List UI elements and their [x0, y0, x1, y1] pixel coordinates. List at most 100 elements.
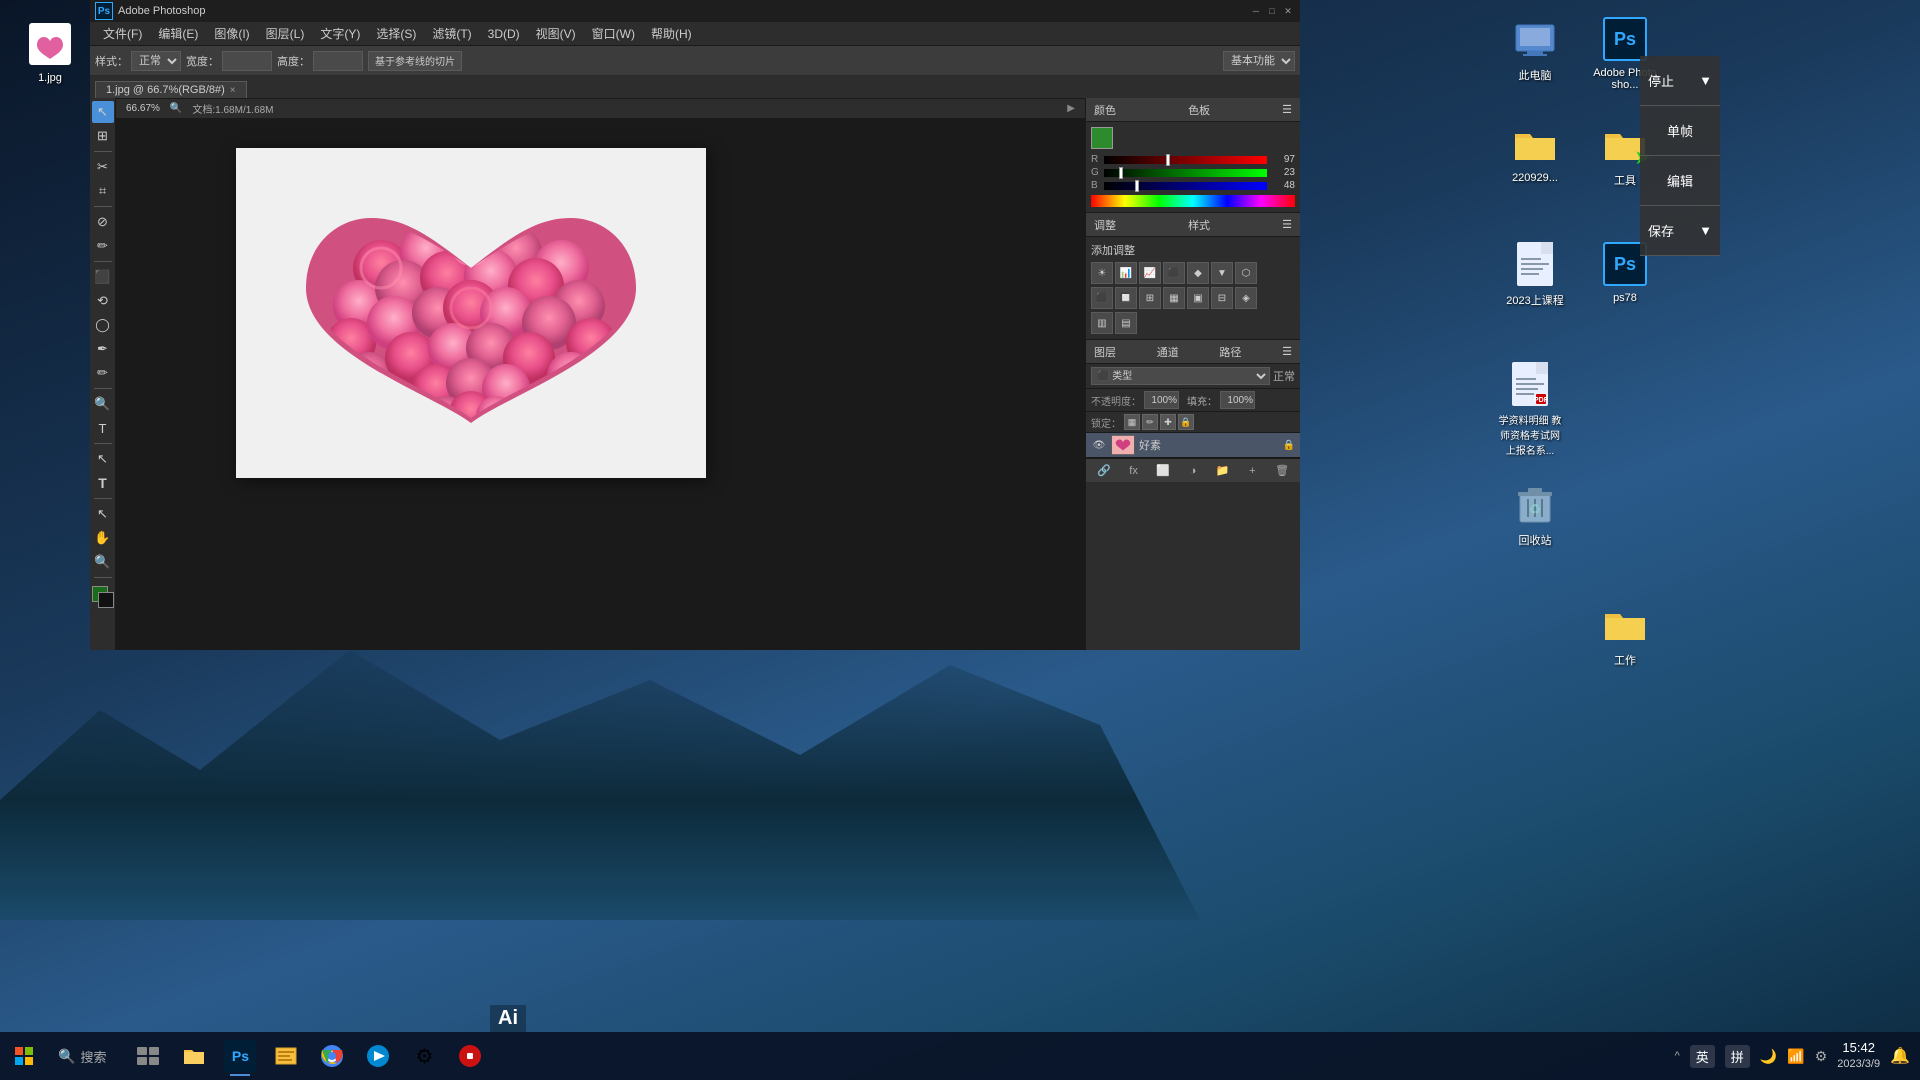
- tool-gradient[interactable]: 🔍: [92, 393, 114, 415]
- lock-image-icon[interactable]: ✏: [1142, 414, 1158, 430]
- single-frame-button[interactable]: 单帧: [1640, 106, 1720, 156]
- adj-threshold[interactable]: ◈: [1235, 287, 1257, 309]
- layer-item-haosu[interactable]: 👁 好素 🔒: [1086, 433, 1300, 458]
- edit-button[interactable]: 编辑: [1640, 156, 1720, 206]
- menu-window[interactable]: 窗口(W): [584, 23, 643, 44]
- adj-invert[interactable]: ▣: [1187, 287, 1209, 309]
- tool-pen[interactable]: ↖: [92, 448, 114, 470]
- foreground-color-box[interactable]: [92, 586, 114, 608]
- tool-magic-wand[interactable]: ⌗: [92, 180, 114, 202]
- layers-tab[interactable]: 图层: [1094, 344, 1116, 360]
- adj-curves[interactable]: 📈: [1139, 262, 1161, 284]
- menu-help[interactable]: 帮助(H): [643, 23, 700, 44]
- style-tab[interactable]: 样式: [1188, 217, 1210, 233]
- adj-photo[interactable]: 🔲: [1115, 287, 1137, 309]
- lock-transparent-icon[interactable]: ▦: [1124, 414, 1140, 430]
- menu-file[interactable]: 文件(F): [95, 23, 150, 44]
- adj-color-lookup[interactable]: ▦: [1163, 287, 1185, 309]
- taskview-button[interactable]: [126, 1034, 170, 1078]
- layer-mask-button[interactable]: ⬜: [1154, 462, 1172, 480]
- layer-new-button[interactable]: +: [1243, 462, 1261, 480]
- network-icon[interactable]: 📶: [1787, 1048, 1804, 1065]
- tab-close-icon[interactable]: ×: [230, 85, 236, 96]
- close-button[interactable]: ✕: [1281, 4, 1295, 18]
- taskbar-english-ime[interactable]: 英: [1690, 1045, 1715, 1068]
- tool-selection[interactable]: ↖: [92, 101, 114, 123]
- adj-colorbalance[interactable]: ⬡: [1235, 262, 1257, 284]
- tool-zoom[interactable]: 🔍: [92, 551, 114, 573]
- workspace-select[interactable]: 基本功能: [1223, 51, 1295, 71]
- settings-taskbar[interactable]: ⚙: [402, 1034, 446, 1078]
- taskbar-chinese-ime[interactable]: 拼: [1725, 1045, 1750, 1068]
- style-select[interactable]: 正常: [131, 51, 181, 71]
- explorer-taskbar[interactable]: [264, 1034, 308, 1078]
- arrow-app-taskbar[interactable]: [356, 1034, 400, 1078]
- tool-history[interactable]: ✒: [92, 338, 114, 360]
- tool-crop[interactable]: ⊘: [92, 211, 114, 233]
- menu-select[interactable]: 选择(S): [368, 23, 424, 44]
- tool-dodge[interactable]: T: [92, 417, 114, 439]
- expand-icon[interactable]: ▶: [1067, 103, 1075, 114]
- adj-gradient-map[interactable]: ▥: [1091, 312, 1113, 334]
- g-bar-bg[interactable]: [1104, 169, 1267, 177]
- ps-tab-active[interactable]: 1.jpg @ 66.7%(RGB/8#) ×: [95, 81, 247, 98]
- lock-position-icon[interactable]: ✚: [1160, 414, 1176, 430]
- paths-tab[interactable]: 路径: [1219, 344, 1241, 360]
- adj-channel-mix[interactable]: ⊞: [1139, 287, 1161, 309]
- panel-options-icon[interactable]: ☰: [1282, 103, 1292, 116]
- adj-brightness[interactable]: ☀: [1091, 262, 1113, 284]
- desktop-icon-work[interactable]: 工作: [1585, 600, 1665, 669]
- expand-notifications-icon[interactable]: ^: [1675, 1050, 1680, 1062]
- layer-delete-button[interactable]: 🗑: [1273, 462, 1291, 480]
- desktop-icon-220929[interactable]: 220929...: [1495, 120, 1575, 185]
- color-tab[interactable]: 颜色: [1094, 102, 1116, 118]
- menu-text[interactable]: 文字(Y): [312, 23, 368, 44]
- tool-brush[interactable]: ⟲: [92, 290, 114, 312]
- foreground-swatch[interactable]: [1091, 127, 1113, 149]
- capture-taskbar[interactable]: [448, 1034, 492, 1078]
- start-button[interactable]: [0, 1032, 48, 1080]
- adj-selective-color[interactable]: ▤: [1115, 312, 1137, 334]
- layer-fx-button[interactable]: fx: [1125, 462, 1143, 480]
- layer-folder-button[interactable]: 📁: [1214, 462, 1232, 480]
- color-spectrum-bar[interactable]: [1091, 195, 1295, 207]
- desktop-icon-this-pc[interactable]: 此电脑: [1495, 15, 1575, 84]
- layer-link-button[interactable]: 🔗: [1095, 462, 1113, 480]
- stop-button[interactable]: 停止 ▼: [1640, 56, 1720, 106]
- adjust-tab[interactable]: 调整: [1094, 217, 1116, 233]
- r-bar-bg[interactable]: [1104, 156, 1267, 164]
- maximize-button[interactable]: □: [1265, 4, 1279, 18]
- b-bar-bg[interactable]: [1104, 182, 1267, 190]
- chrome-taskbar[interactable]: [310, 1034, 354, 1078]
- tool-eraser[interactable]: ✏: [92, 362, 114, 384]
- menu-layer[interactable]: 图层(L): [258, 23, 313, 44]
- adj-hue[interactable]: ▼: [1211, 262, 1233, 284]
- tool-hand[interactable]: ✋: [92, 527, 114, 549]
- adj-bw[interactable]: ⬛: [1091, 287, 1113, 309]
- settings-gear-icon[interactable]: ⚙: [1815, 1048, 1828, 1065]
- width-input[interactable]: [222, 51, 272, 71]
- save-button[interactable]: 保存 ▼: [1640, 206, 1720, 256]
- g-thumb[interactable]: [1119, 167, 1123, 179]
- tool-healing[interactable]: ⬛: [92, 266, 114, 288]
- swatch-tab[interactable]: 色板: [1188, 102, 1210, 118]
- menu-view[interactable]: 视图(V): [528, 23, 584, 44]
- lock-all-icon[interactable]: 🔒: [1178, 414, 1194, 430]
- desktop-icon-study-material[interactable]: PDF 学资料明细 教师资格考试网上报名系...: [1485, 360, 1575, 458]
- adj-levels[interactable]: 📊: [1115, 262, 1137, 284]
- tool-stamp[interactable]: ◯: [92, 314, 114, 336]
- adj-vibrance[interactable]: ◆: [1187, 262, 1209, 284]
- tool-text[interactable]: T: [92, 472, 114, 494]
- menu-image[interactable]: 图像(I): [206, 23, 257, 44]
- menu-edit[interactable]: 编辑(E): [150, 23, 206, 44]
- tool-path-select[interactable]: ↖: [92, 503, 114, 525]
- menu-filter[interactable]: 滤镜(T): [424, 23, 479, 44]
- b-thumb[interactable]: [1135, 180, 1139, 192]
- adjust-options-icon[interactable]: ☰: [1282, 218, 1292, 231]
- tool-lasso[interactable]: ✂: [92, 156, 114, 178]
- minimize-button[interactable]: ─: [1249, 4, 1263, 18]
- fill-input[interactable]: [1220, 391, 1255, 409]
- menu-3d[interactable]: 3D(D): [480, 25, 528, 43]
- adj-posterize[interactable]: ⊟: [1211, 287, 1233, 309]
- ps-canvas-area[interactable]: 66.67% 🔍 文档:1.68M/1.68M ▶: [116, 98, 1085, 650]
